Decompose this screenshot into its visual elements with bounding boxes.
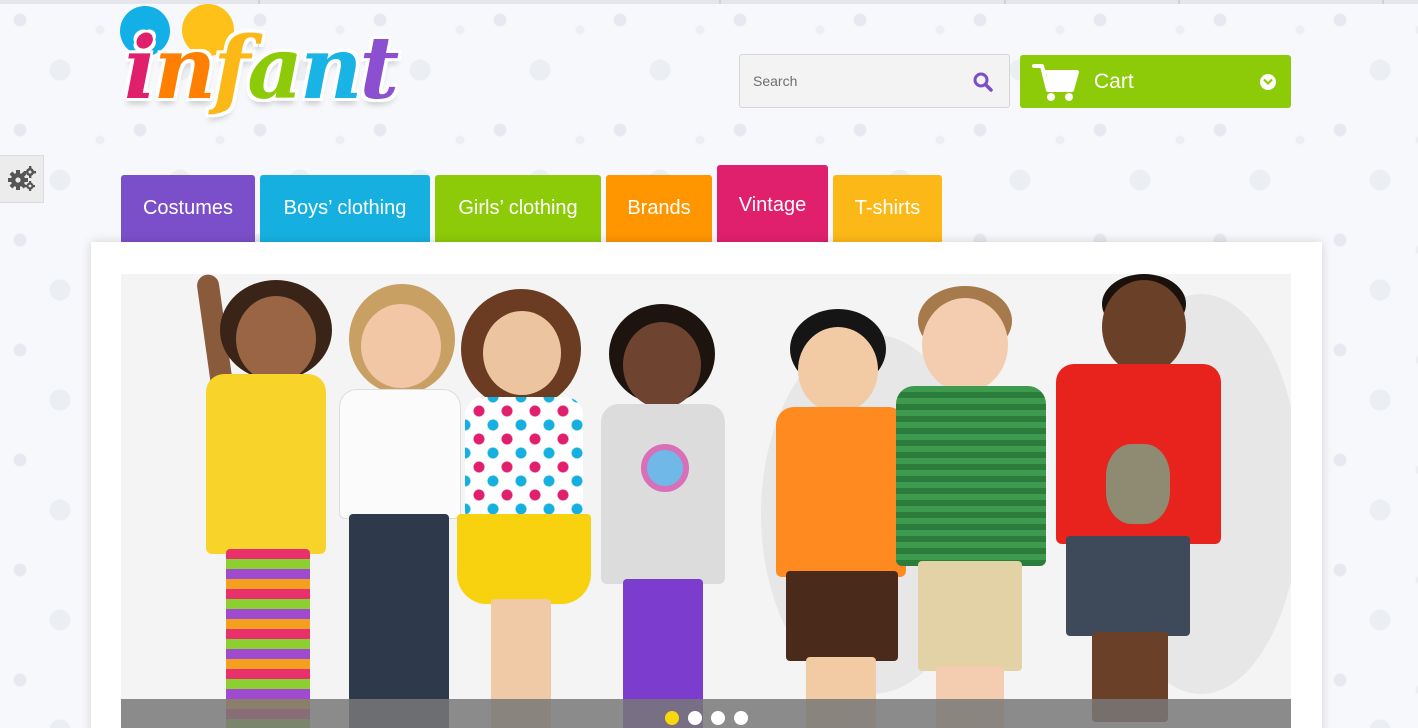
site-logo[interactable]: infant: [120, 4, 420, 134]
search-box: [739, 54, 1010, 108]
tab-t-shirts[interactable]: T-shirts: [833, 175, 942, 242]
tab-boys-clothing[interactable]: Boys’ clothing: [260, 175, 430, 242]
tab-costumes[interactable]: Costumes: [121, 175, 255, 242]
slider-dot-1[interactable]: [665, 711, 679, 725]
cart-button[interactable]: Cart: [1020, 55, 1291, 108]
logo-wordmark: infant: [124, 18, 399, 119]
tab-vintage[interactable]: Vintage: [717, 165, 828, 242]
slider-dot-2[interactable]: [688, 711, 702, 725]
slider-dot-3[interactable]: [711, 711, 725, 725]
chevron-down-icon[interactable]: [1260, 74, 1276, 90]
search-input[interactable]: [740, 55, 960, 107]
shopping-cart-icon: [1032, 64, 1079, 101]
cart-label: Cart: [1094, 70, 1134, 93]
tab-brands[interactable]: Brands: [606, 175, 712, 242]
gears-icon: [7, 166, 36, 191]
hero-slider-image[interactable]: [121, 274, 1291, 728]
slider-dot-4[interactable]: [734, 711, 748, 725]
tab-girls-clothing[interactable]: Girls’ clothing: [435, 175, 601, 242]
search-icon[interactable]: [973, 72, 993, 92]
settings-panel-toggle[interactable]: [0, 155, 44, 203]
slider-pagination: [665, 711, 748, 725]
